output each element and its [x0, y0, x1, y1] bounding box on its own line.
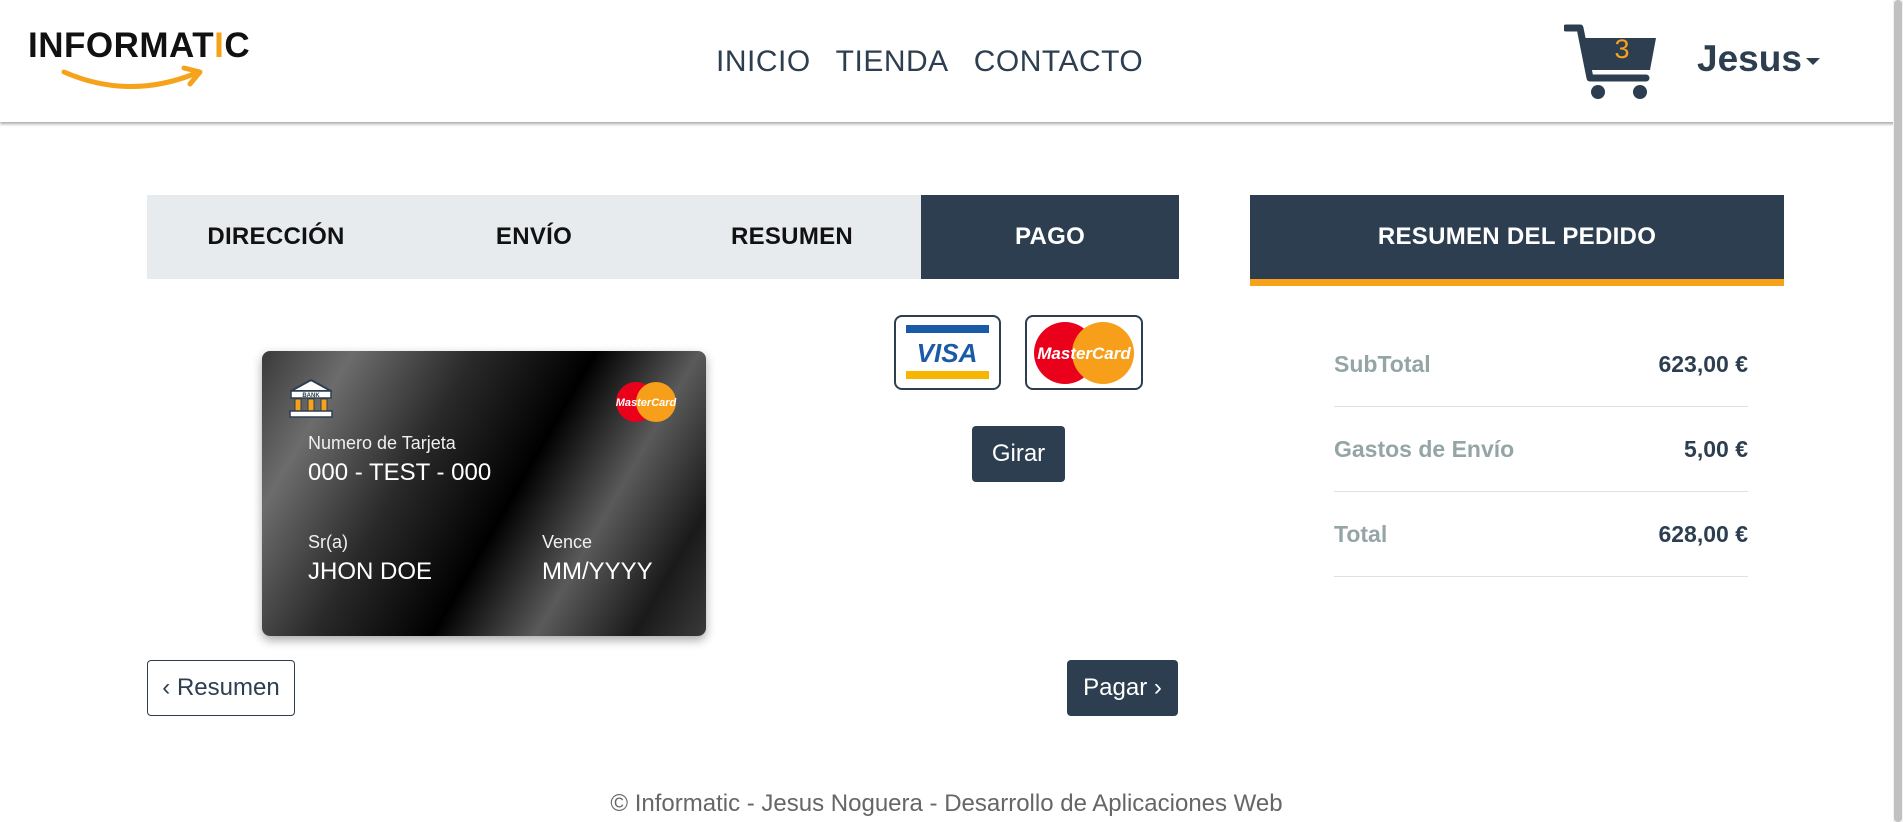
- credit-card-preview: BANK MasterCard Numero de Tarjeta 000 - …: [262, 351, 706, 636]
- summary-row-total: Total 628,00 €: [1334, 492, 1748, 577]
- svg-text:BANK: BANK: [302, 393, 320, 399]
- mastercard-logo-icon: MasterCard: [1034, 322, 1134, 384]
- card-number-value: 000 - TEST - 000: [308, 459, 492, 486]
- step-envio[interactable]: ENVÍO: [405, 195, 663, 279]
- user-menu[interactable]: Jesus: [1697, 38, 1820, 80]
- vertical-scrollbar[interactable]: [1893, 0, 1903, 822]
- user-name: Jesus: [1697, 38, 1802, 79]
- cart-count-badge: 3: [1614, 34, 1630, 64]
- shopping-cart-icon[interactable]: [1564, 22, 1658, 102]
- chevron-left-icon: ‹: [162, 674, 171, 701]
- site-header: INFORMATIC INICIO TIENDA CONTACTO 3 Jesu…: [0, 0, 1903, 122]
- step-pago[interactable]: PAGO: [921, 195, 1179, 279]
- back-to-summary-button[interactable]: ‹ Resumen: [147, 660, 295, 716]
- svg-text:VISA: VISA: [917, 338, 978, 368]
- nav-inicio-link[interactable]: INICIO: [716, 45, 811, 79]
- rotate-card-button[interactable]: Girar: [972, 426, 1065, 482]
- mastercard-option[interactable]: MasterCard: [1025, 315, 1143, 390]
- card-holder-label: Sr(a): [308, 532, 348, 552]
- bank-icon: BANK: [289, 379, 333, 418]
- nav-tienda-link[interactable]: TIENDA: [836, 45, 949, 79]
- summary-row-shipping: Gastos de Envío 5,00 €: [1334, 407, 1748, 492]
- scrollbar-thumb[interactable]: [1894, 0, 1902, 822]
- svg-text:MasterCard: MasterCard: [1037, 344, 1131, 363]
- summary-row-subtotal: SubTotal 623,00 €: [1334, 322, 1748, 407]
- visa-logo-icon: VISA: [906, 325, 989, 379]
- nav-contacto-link[interactable]: CONTACTO: [974, 45, 1144, 79]
- card-number-label: Numero de Tarjeta: [308, 433, 456, 453]
- logo-text: INFORMATIC: [28, 26, 251, 65]
- footer-copyright: © Informatic - Jesus Noguera - Desarroll…: [610, 790, 1283, 817]
- mastercard-logo-icon: MasterCard: [616, 382, 677, 422]
- pay-button[interactable]: Pagar ›: [1067, 660, 1178, 716]
- order-summary-header: RESUMEN DEL PEDIDO: [1250, 195, 1784, 286]
- card-holder-value: JHON DOE: [308, 558, 433, 585]
- chevron-right-icon: ›: [1153, 674, 1162, 701]
- card-expiry-label: Vence: [542, 532, 593, 552]
- step-resumen[interactable]: RESUMEN: [663, 195, 921, 279]
- order-summary-title: RESUMEN DEL PEDIDO: [1377, 223, 1657, 250]
- checkout-steps: DIRECCIÓN ENVÍO RESUMEN PAGO: [147, 195, 1179, 279]
- card-expiry-value: MM/YYYY: [542, 558, 653, 585]
- visa-option[interactable]: VISA: [894, 315, 1001, 390]
- caret-down-icon: [1805, 57, 1820, 65]
- brand-logo[interactable]: INFORMATIC: [28, 26, 258, 96]
- logo-smile-icon: [61, 65, 203, 89]
- main-nav: INICIO TIENDA CONTACTO: [716, 45, 1143, 79]
- svg-text:MasterCard: MasterCard: [616, 397, 677, 409]
- step-direccion[interactable]: DIRECCIÓN: [147, 195, 405, 279]
